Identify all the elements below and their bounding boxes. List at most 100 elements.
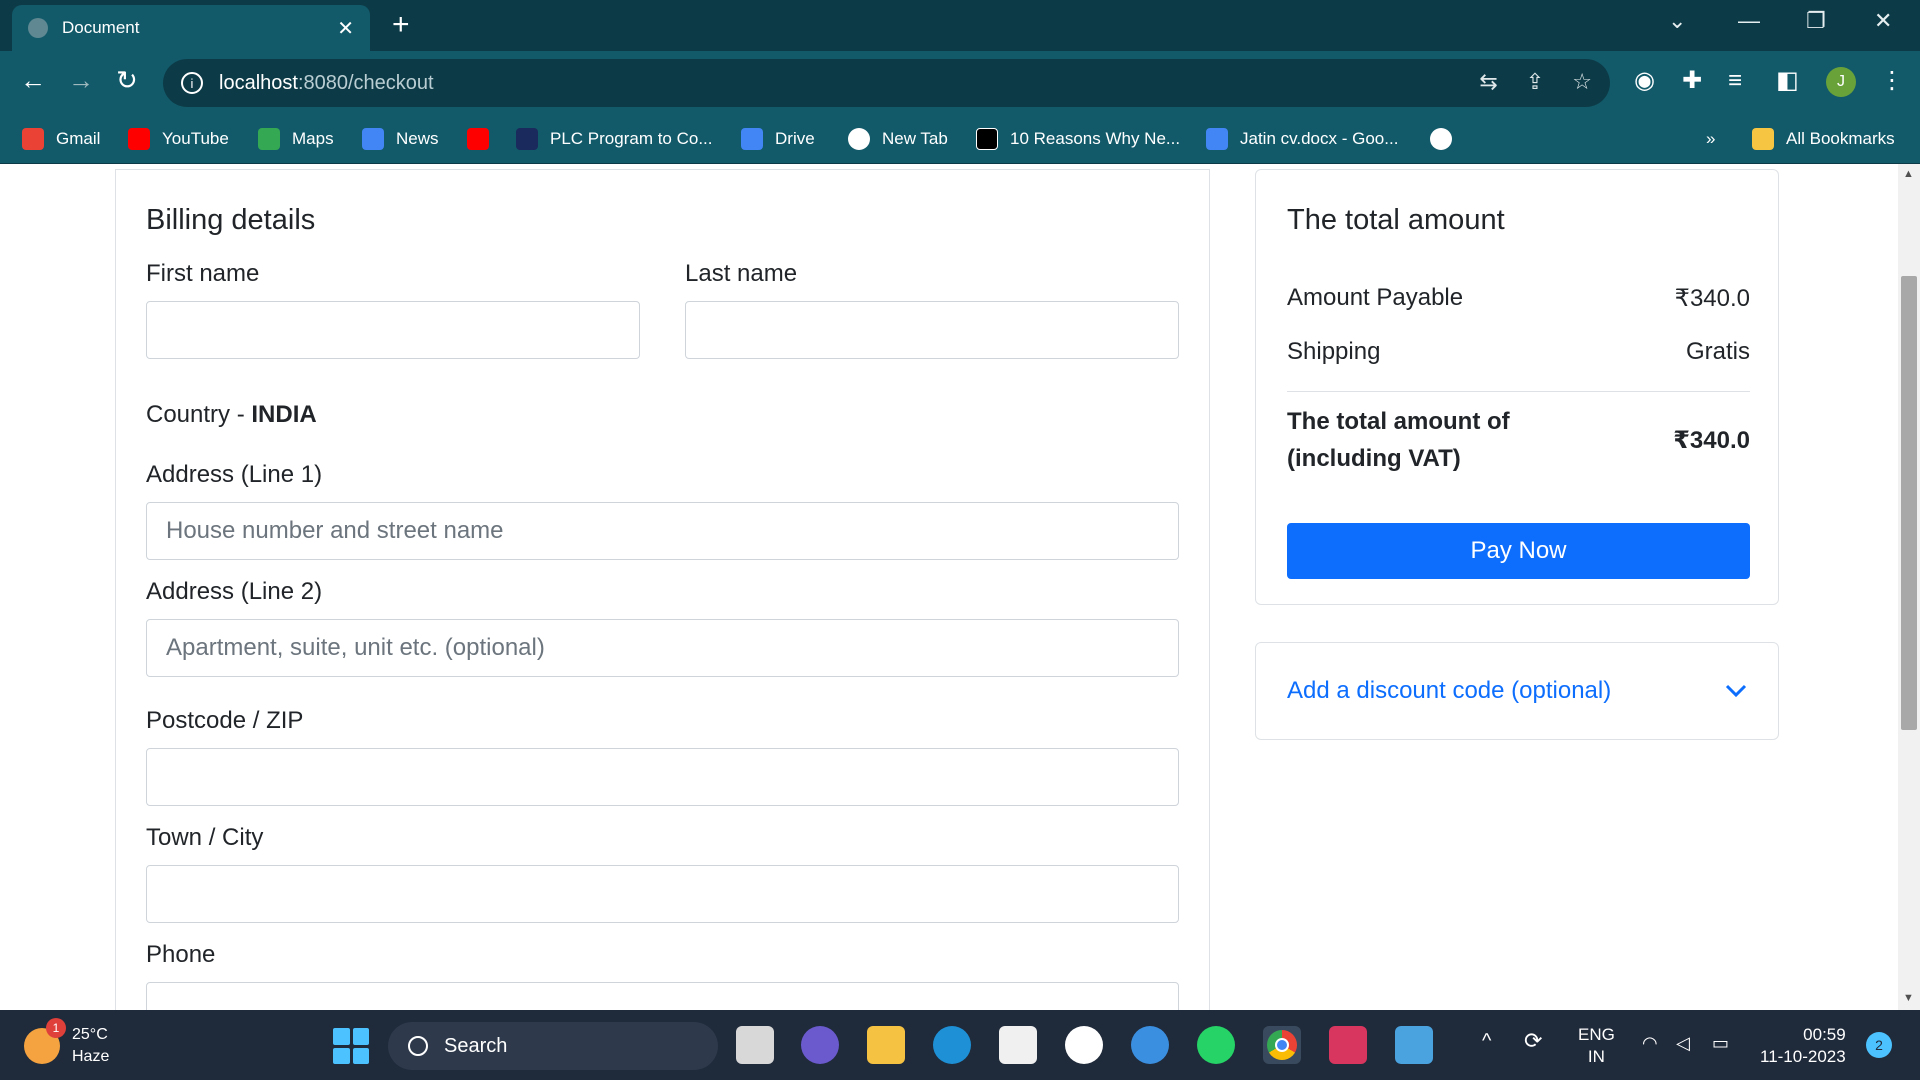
bookmark-drive[interactable]: Drive	[741, 124, 815, 154]
share-icon[interactable]: ⇪	[1526, 69, 1544, 95]
search-label: Search	[444, 1034, 508, 1057]
sync-icon[interactable]: ⟳	[1524, 1030, 1542, 1052]
discount-code-toggle[interactable]: Add a discount code (optional)	[1255, 642, 1779, 740]
pay-now-button[interactable]: Pay Now	[1287, 523, 1750, 579]
site-info-icon[interactable]: i	[181, 72, 203, 94]
profile-avatar[interactable]: J	[1826, 67, 1856, 97]
wifi-icon[interactable]: ◠	[1642, 1032, 1658, 1054]
media-control-icon[interactable]: ≡	[1728, 67, 1742, 95]
start-button[interactable]	[333, 1028, 369, 1064]
weather-badge: 1	[46, 1018, 66, 1038]
address-bar[interactable]: i localhost:8080/checkout ⇆ ⇪ ☆	[163, 59, 1610, 107]
search-icon	[408, 1036, 428, 1056]
forward-icon[interactable]: →	[68, 65, 94, 95]
news-icon	[362, 128, 384, 150]
bookmarks-overflow-icon[interactable]: »	[1706, 124, 1715, 154]
url-path: :8080/checkout	[297, 71, 434, 94]
help-icon[interactable]	[1131, 1026, 1169, 1064]
edge-icon[interactable]	[933, 1026, 971, 1064]
bookmark-news[interactable]: News	[362, 124, 439, 154]
youtube-icon	[128, 128, 150, 150]
amount-payable-value: ₹340.0	[1674, 285, 1750, 312]
bookmark-globe[interactable]	[1430, 124, 1464, 154]
new-tab-button[interactable]: +	[392, 8, 410, 42]
weather-haze-icon: 1	[24, 1018, 66, 1064]
total-row: The total amount of (including VAT) ₹340…	[1287, 403, 1750, 477]
intellij-icon[interactable]	[1329, 1026, 1367, 1064]
bookmark-youtube-2[interactable]	[467, 124, 501, 154]
first-name-input[interactable]	[146, 301, 640, 359]
last-name-input[interactable]	[685, 301, 1179, 359]
scroll-down-icon[interactable]: ▼	[1903, 992, 1914, 1004]
close-tab-icon[interactable]: ✕	[337, 16, 354, 41]
chatgpt-icon[interactable]	[1065, 1026, 1103, 1064]
close-window-icon[interactable]: ✕	[1874, 8, 1892, 34]
bookmark-forbes[interactable]: 10 Reasons Why Ne...	[976, 124, 1180, 154]
weather-temp: 25°C	[72, 1026, 108, 1043]
last-name-label: Last name	[685, 260, 798, 287]
language-indicator[interactable]: ENG IN	[1578, 1024, 1615, 1068]
address2-input[interactable]: Apartment, suite, unit etc. (optional)	[146, 619, 1179, 677]
summary-divider	[1287, 391, 1750, 392]
volume-icon[interactable]: ◁	[1676, 1032, 1690, 1054]
bookmark-jatin-cv[interactable]: Jatin cv.docx - Goo...	[1206, 124, 1398, 154]
bookmark-gmail[interactable]: Gmail	[22, 124, 100, 154]
weather-widget[interactable]: 1 25°C Haze	[24, 1018, 109, 1068]
first-name-label: First name	[146, 260, 260, 287]
bookmarks-bar: Gmail YouTube Maps News PLC Program to C…	[0, 114, 1920, 164]
bookmark-new-tab[interactable]: New Tab	[848, 124, 948, 154]
all-bookmarks-folder[interactable]: All Bookmarks	[1752, 124, 1895, 154]
translate-icon[interactable]: ⇆	[1479, 69, 1497, 95]
scrollbar-thumb[interactable]	[1901, 276, 1917, 730]
shipping-label: Shipping	[1287, 338, 1381, 365]
address1-input[interactable]: House number and street name	[146, 502, 1179, 560]
browser-toolbar: ← → ↻ i localhost:8080/checkout ⇆ ⇪ ☆ ◉ …	[0, 51, 1920, 114]
forbes-icon	[976, 128, 998, 150]
discount-code-label: Add a discount code (optional)	[1287, 677, 1612, 704]
amount-payable-label: Amount Payable	[1287, 284, 1464, 311]
teams-chat-icon[interactable]	[801, 1026, 839, 1064]
scroll-up-icon[interactable]: ▲	[1903, 168, 1914, 180]
battery-icon[interactable]: ▭	[1712, 1032, 1729, 1054]
taskbar-search[interactable]: Search	[388, 1022, 718, 1070]
country-label: Country -	[146, 401, 252, 428]
phone-input[interactable]	[146, 982, 1179, 1010]
tab-search-icon[interactable]: ⌄	[1668, 8, 1686, 34]
page-scrollbar[interactable]: ▲ ▼	[1898, 164, 1920, 1010]
whatsapp-icon[interactable]	[1197, 1026, 1235, 1064]
order-summary-card: The total amount Amount Payable ₹340.0 S…	[1255, 169, 1779, 605]
clock[interactable]: 00:59 11-10-2023	[1760, 1024, 1846, 1068]
bookmark-star-icon[interactable]: ☆	[1572, 69, 1592, 95]
back-icon[interactable]: ←	[20, 65, 46, 95]
notepad-icon[interactable]	[1395, 1026, 1433, 1064]
bookmark-plc-program[interactable]: PLC Program to Co...	[516, 124, 713, 154]
microsoft-store-icon[interactable]	[999, 1026, 1037, 1064]
bookmark-maps[interactable]: Maps	[258, 124, 334, 154]
task-view-icon[interactable]	[736, 1026, 774, 1064]
billing-card: Billing details First name Last name Cou…	[115, 169, 1210, 1010]
notification-badge[interactable]: 2	[1866, 1032, 1892, 1058]
bookmark-youtube[interactable]: YouTube	[128, 124, 229, 154]
address2-label: Address (Line 2)	[146, 578, 323, 605]
reload-icon[interactable]: ↻	[116, 65, 138, 95]
amount-payable-row: Amount Payable ₹340.0	[1287, 284, 1750, 313]
shipping-value: Gratis	[1685, 338, 1750, 365]
menu-kebab-icon[interactable]: ⋮	[1880, 67, 1904, 95]
file-explorer-icon[interactable]	[867, 1026, 905, 1064]
extensions-puzzle-icon[interactable]: ✚	[1682, 67, 1702, 95]
side-panel-icon[interactable]: ◧	[1776, 67, 1799, 95]
browser-tab[interactable]: Document ✕	[12, 5, 370, 51]
postcode-input[interactable]	[146, 748, 1179, 806]
chevron-down-icon	[1725, 684, 1747, 698]
tray-overflow-icon[interactable]: ^	[1482, 1030, 1491, 1052]
minimize-icon[interactable]: —	[1738, 8, 1760, 34]
restore-icon[interactable]: ❐	[1806, 8, 1826, 34]
extension-icon[interactable]: ◉	[1634, 67, 1655, 95]
city-input[interactable]	[146, 865, 1179, 923]
total-label: The total amount of (including VAT)	[1287, 408, 1510, 472]
phone-label: Phone	[146, 941, 216, 968]
chrome-icon[interactable]	[1263, 1026, 1301, 1064]
globe-icon	[28, 18, 48, 38]
tab-strip: Document ✕ + ⌄ — ❐ ✕	[0, 0, 1920, 51]
windows-taskbar: 1 25°C Haze Search ^ ⟳ ENG IN ◠ ◁ ▭ 00:5…	[0, 1010, 1920, 1080]
